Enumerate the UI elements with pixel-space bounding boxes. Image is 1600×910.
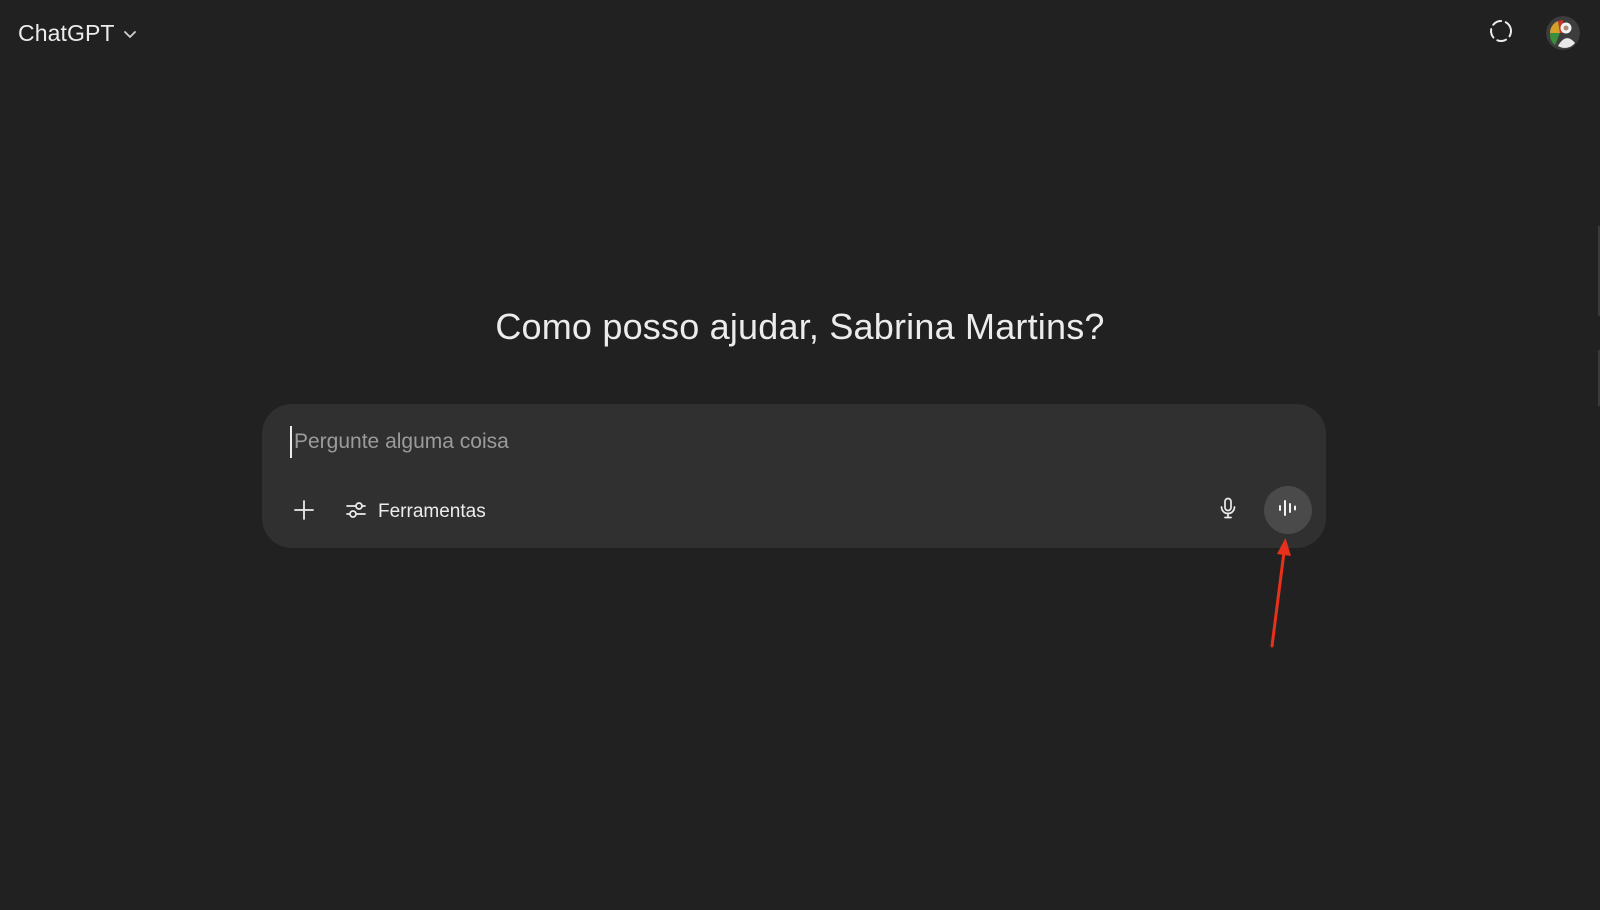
greeting-title: Como posso ajudar, Sabrina Martins? <box>495 306 1105 347</box>
add-attachment-button[interactable] <box>286 494 322 530</box>
temporary-chat-button[interactable] <box>1482 14 1520 52</box>
microphone-icon <box>1216 496 1240 525</box>
composer-toolbar-left: Ferramentas <box>286 494 494 530</box>
tools-label: Ferramentas <box>378 501 486 522</box>
tools-button[interactable]: Ferramentas <box>336 494 494 530</box>
avatar[interactable] <box>1546 16 1580 50</box>
annotation-arrow <box>1270 538 1291 648</box>
chevron-down-icon <box>121 25 139 43</box>
dictate-button[interactable] <box>1208 490 1248 530</box>
model-name: ChatGPT <box>18 19 115 46</box>
app-window: ChatGPT Como posso ajudar, Sabrina Marti… <box>0 0 1600 910</box>
model-switcher[interactable]: ChatGPT <box>12 16 145 50</box>
plus-icon <box>292 498 316 527</box>
composer-toolbar-right <box>1208 486 1312 534</box>
top-header: ChatGPT <box>0 0 1600 66</box>
user-avatar-icon <box>1546 16 1580 50</box>
composer: Ferramentas <box>262 404 1326 548</box>
sliders-icon <box>344 498 368 527</box>
voice-mode-button[interactable] <box>1264 486 1312 534</box>
dashed-circle-icon <box>1487 17 1515 50</box>
voice-waveform-icon <box>1277 497 1299 524</box>
header-actions <box>1482 14 1580 52</box>
prompt-input[interactable] <box>290 426 1194 458</box>
